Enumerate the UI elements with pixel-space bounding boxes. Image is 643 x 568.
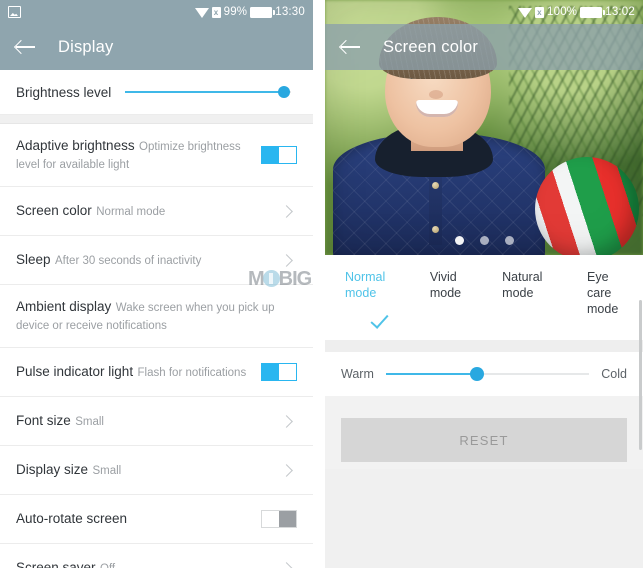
wifi-icon	[194, 8, 209, 18]
auto-rotate-toggle[interactable]	[261, 510, 297, 528]
section-divider	[325, 340, 643, 352]
settings-list: Brightness level Adaptive brightness Opt…	[0, 70, 313, 568]
row-adaptive-brightness[interactable]: Adaptive brightness Optimize brightness …	[0, 124, 313, 187]
reset-button[interactable]: RESET	[341, 418, 627, 462]
row-subtitle: Small	[92, 465, 122, 477]
warm-label: Warm	[341, 367, 374, 381]
chevron-right-icon	[280, 463, 293, 477]
page-title: Display	[58, 37, 114, 56]
back-arrow-icon[interactable]	[341, 39, 361, 55]
mode-option-normal[interactable]: Normal mode	[337, 269, 422, 329]
mode-option-vivid[interactable]: Vivid mode	[422, 269, 494, 301]
scrollbar[interactable]	[639, 300, 642, 450]
reset-area: RESET	[325, 396, 643, 469]
toggle-left-half	[262, 147, 279, 163]
carousel-dot[interactable]	[504, 236, 514, 245]
temperature-slider[interactable]	[385, 366, 590, 382]
check-icon	[370, 310, 389, 329]
row-screen-color[interactable]: Screen color Normal mode	[0, 187, 313, 236]
row-subtitle: Normal mode	[96, 206, 166, 218]
pulse-indicator-toggle[interactable]	[261, 363, 297, 381]
wifi-icon	[518, 8, 532, 18]
row-pulse-indicator-light[interactable]: Pulse indicator light Flash for notifica…	[0, 348, 313, 397]
status-bar-right: x 100% 13:02	[325, 0, 643, 24]
battery-percent-label: 99%	[223, 6, 248, 18]
row-brightness-level[interactable]: Brightness level	[0, 70, 313, 115]
slider-knob[interactable]	[470, 367, 485, 381]
color-temperature-control: Warm Cold	[325, 352, 643, 396]
row-sleep[interactable]: Sleep After 30 seconds of inactivity	[0, 236, 313, 285]
clock-label: 13:02	[605, 6, 635, 18]
screenshot-pair: x 99% 13:30 Display Brightness level Ada…	[0, 0, 643, 568]
mode-option-natural[interactable]: Natural mode	[494, 269, 579, 301]
carousel-dot[interactable]	[454, 236, 464, 245]
row-subtitle: Flash for notifications	[137, 367, 247, 379]
row-font-size[interactable]: Font size Small	[0, 397, 313, 446]
row-title: Screen color	[16, 203, 92, 218]
row-title: Screen saver	[16, 560, 96, 568]
chevron-right-icon	[280, 414, 293, 428]
photo-notification-icon	[8, 6, 21, 18]
row-subtitle: After 30 seconds of inactivity	[54, 255, 202, 267]
slider-fill	[125, 91, 285, 93]
row-subtitle: Small	[75, 416, 104, 428]
sim-x-icon: x	[211, 6, 221, 18]
row-title: Sleep	[16, 252, 51, 267]
toggle-right-half	[279, 147, 296, 163]
row-ambient-display[interactable]: Ambient display Wake screen when you pic…	[0, 285, 313, 348]
battery-full-icon	[580, 6, 605, 18]
mode-label[interactable]: Natural mode	[494, 269, 579, 301]
carousel-dot[interactable]	[479, 236, 489, 245]
mode-label[interactable]: Vivid mode	[422, 269, 494, 301]
row-title: Ambient display	[16, 299, 112, 314]
battery-full-icon	[250, 6, 275, 18]
toggle-right-half	[279, 364, 296, 380]
toggle-right-half	[279, 511, 296, 527]
chevron-right-icon	[280, 253, 293, 267]
row-title: Display size	[16, 462, 89, 477]
adaptive-brightness-toggle[interactable]	[261, 146, 297, 164]
mode-option-eye-care[interactable]: Eye care mode	[579, 269, 631, 317]
clock-label: 13:30	[275, 6, 305, 18]
list-group-divider	[0, 115, 313, 124]
app-bar-right: Screen color	[325, 24, 643, 70]
mode-label[interactable]: Eye care mode	[579, 269, 631, 317]
chevron-right-icon	[280, 204, 293, 218]
slider-fill	[385, 373, 478, 375]
sim-x-icon: x	[535, 6, 544, 18]
battery-percent-label: 100%	[547, 6, 578, 18]
row-title: Font size	[16, 413, 71, 428]
page-title: Screen color	[383, 37, 479, 56]
row-subtitle: Off	[100, 563, 115, 568]
app-bar-left: Display	[0, 24, 313, 70]
panel-separator	[313, 0, 325, 568]
back-arrow-icon[interactable]	[16, 39, 36, 55]
row-title: Pulse indicator light	[16, 364, 134, 379]
row-auto-rotate-screen[interactable]: Auto-rotate screen	[0, 495, 313, 544]
row-screen-saver[interactable]: Screen saver Off	[0, 544, 313, 568]
cold-label: Cold	[601, 367, 627, 381]
row-title: Auto-rotate screen	[16, 511, 128, 526]
brightness-label: Brightness level	[16, 84, 112, 100]
row-title: Adaptive brightness	[16, 138, 135, 153]
toggle-left-half	[262, 511, 279, 527]
color-mode-selector: Normal mode Vivid mode Natural mode Eye …	[325, 255, 643, 340]
carousel-dots[interactable]	[325, 236, 643, 245]
brightness-slider[interactable]	[125, 84, 291, 100]
mode-label[interactable]: Normal mode	[337, 269, 422, 301]
toggle-left-half	[262, 364, 279, 380]
status-bar-left: x 99% 13:30	[0, 0, 313, 24]
display-settings-screen: x 99% 13:30 Display Brightness level Ada…	[0, 0, 313, 568]
row-display-size[interactable]: Display size Small	[0, 446, 313, 495]
chevron-right-icon	[280, 561, 293, 568]
screen-color-screen: x 100% 13:02 Screen color Normal mode Vi…	[325, 0, 643, 568]
slider-knob[interactable]	[278, 86, 291, 98]
